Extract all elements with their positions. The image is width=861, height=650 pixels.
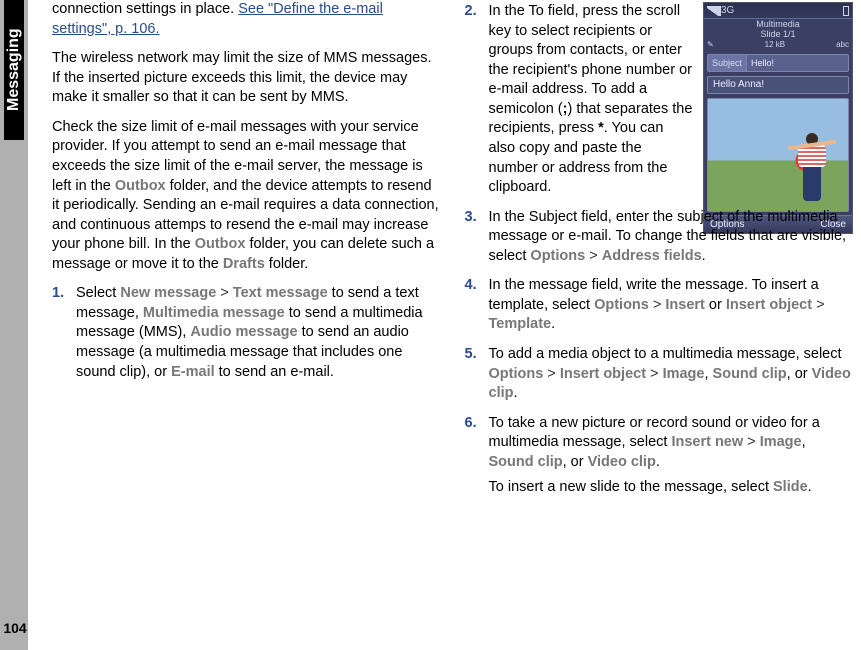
step-number: 2. [465,2,477,22]
ui-image: Image [663,366,705,382]
section-label: Messaging [4,0,24,140]
ui-outbox: Outbox [115,178,166,194]
text: folder. [265,256,309,272]
text: connection settings in place. [52,1,238,17]
text: In the To field, press the scroll key to… [489,3,692,117]
para-email-limit: Check the size limit of e-mail messages … [52,118,441,275]
ui-insert-object: Insert object [726,297,812,313]
ui-drafts: Drafts [223,256,265,272]
ui-text-message: Text message [233,285,328,301]
ui-sound-clip: Sound clip [713,366,787,382]
step-4: 4. In the message field, write the messa… [465,276,854,335]
ui-address-fields: Address fields [602,248,702,264]
text: to send an e-mail. [215,364,334,380]
ui-insert: Insert [665,297,705,313]
step-1: 1. Select New message > Text message to … [52,284,441,382]
page-number: 104 [2,619,28,638]
steps-right: 2. In the To field, press the scroll key… [465,2,854,472]
para-settings: connection settings in place. See "Defin… [52,0,441,39]
text: . [808,479,812,495]
ui-email: E-mail [171,364,215,380]
text: Select [76,285,120,301]
ui-audio-message: Audio message [190,324,297,340]
step-6b: To insert a new slide to the message, se… [465,478,854,498]
text: , [704,366,712,382]
ui-options: Options [530,248,585,264]
ui-outbox: Outbox [195,236,246,252]
text: To add a media object to a multimedia me… [489,346,842,362]
separator: > [543,366,560,382]
text: . [702,248,706,264]
ui-multimedia-message: Multimedia message [143,305,285,321]
separator: > [646,366,663,382]
separator: > [216,285,233,301]
step-number: 6. [465,414,477,434]
step-5: 5. To add a media object to a multimedia… [465,345,854,404]
side-tab-bar: Messaging 104 [0,0,28,650]
text: . [656,454,660,470]
step-number: 4. [465,276,477,296]
ui-image: Image [760,434,802,450]
steps-left: 1. Select New message > Text message to … [52,284,441,382]
step-2: 2. In the To field, press the scroll key… [465,2,854,198]
para-mms-limit: The wireless network may limit the size … [52,49,441,108]
right-column: 3G Multimedia Slide 1/1 ✎ 12 kB abc Subj… [461,0,854,650]
text: To insert a new slide to the message, se… [489,479,774,495]
ui-options: Options [594,297,649,313]
ui-sound-clip: Sound clip [489,454,563,470]
step-6: 6. To take a new picture or record sound… [465,414,854,473]
ui-template: Template [489,316,552,332]
separator: > [585,248,602,264]
separator: > [743,434,760,450]
step-number: 5. [465,345,477,365]
ui-insert-new: Insert new [671,434,743,450]
step-number: 3. [465,208,477,228]
text: , or [787,366,812,382]
text: , or [563,454,588,470]
step-3: 3. In the Subject field, enter the subje… [465,208,854,267]
page-content: connection settings in place. See "Defin… [52,0,853,650]
ui-options: Options [489,366,544,382]
text: , [802,434,806,450]
text: . [551,316,555,332]
ui-insert-object: Insert object [560,366,646,382]
separator: > [812,297,825,313]
text: . [513,385,517,401]
text: or [705,297,726,313]
separator: > [649,297,666,313]
step-number: 1. [52,284,64,304]
left-column: connection settings in place. See "Defin… [52,0,445,650]
ui-video-clip: Video clip [588,454,656,470]
ui-new-message: New message [120,285,216,301]
ui-slide: Slide [773,479,808,495]
